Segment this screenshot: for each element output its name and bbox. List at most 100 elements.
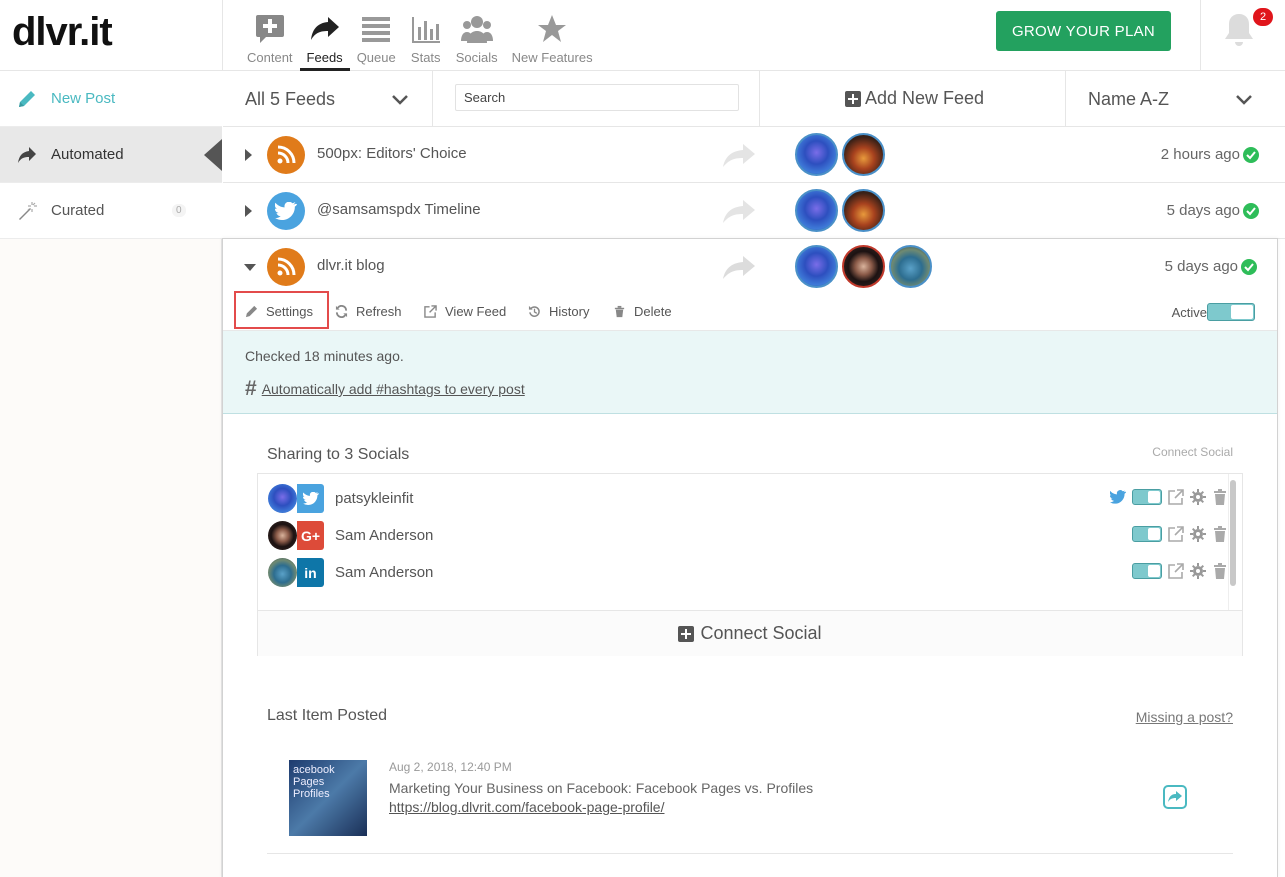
expand-caret-icon[interactable] (245, 149, 252, 161)
post-url-link[interactable]: https://blog.dlvrit.com/facebook-page-pr… (389, 799, 664, 815)
share-arrow-icon (18, 146, 36, 163)
share-arrow-icon (723, 256, 755, 279)
nav-label: Content (247, 50, 293, 65)
hashtag-icon: # (245, 377, 257, 400)
sidebar-item-label: New Post (51, 90, 116, 107)
collapse-caret-icon[interactable] (244, 264, 256, 271)
share-arrow-icon (723, 200, 755, 223)
sidebar-item-label: Curated (51, 202, 105, 219)
nav-new-features[interactable]: New Features (505, 0, 600, 71)
feed-info-panel: Checked 18 minutes ago. # Automatically … (223, 331, 1277, 414)
external-link-icon[interactable] (1168, 489, 1184, 505)
pencil-icon (19, 90, 35, 107)
nav-socials[interactable]: Socials (449, 0, 505, 71)
social-name: patsykleinfit (335, 490, 414, 507)
nav-label: Queue (356, 50, 396, 65)
connect-social-button[interactable]: Connect Social (258, 610, 1242, 656)
feed-name[interactable]: @samsamspdx Timeline (317, 201, 481, 218)
nav-feeds[interactable]: Feeds (299, 0, 350, 71)
plus-square-icon (845, 90, 861, 107)
sidebar-item-curated[interactable]: Curated 0 (0, 183, 222, 239)
share-arrow-icon (310, 17, 339, 40)
trash-icon[interactable] (1212, 526, 1228, 542)
avatar (889, 245, 932, 288)
logo[interactable]: dlvr.it (12, 10, 113, 55)
feed-row[interactable]: 500px: Editors' Choice 2 hours ago (223, 127, 1285, 183)
scrollbar[interactable] (1230, 480, 1236, 586)
settings-label: Settings (266, 304, 313, 319)
post-title: Marketing Your Business on Facebook: Fac… (389, 780, 814, 796)
history-button[interactable]: History (528, 304, 589, 319)
last-item-title: Last Item Posted (267, 707, 388, 724)
refresh-button[interactable]: Refresh (335, 304, 402, 319)
missing-post-link[interactable]: Missing a post? (1136, 709, 1233, 725)
feed-updated-time: 5 days ago (1164, 258, 1238, 275)
search-input[interactable] (455, 84, 739, 111)
magic-wand-icon (19, 201, 37, 220)
gear-icon[interactable] (1190, 489, 1206, 505)
feed-name[interactable]: dlvr.it blog (317, 257, 385, 274)
view-feed-button[interactable]: View Feed (424, 304, 506, 319)
linkedin-icon: in (297, 558, 324, 587)
avatar (795, 245, 838, 288)
history-label: History (549, 304, 590, 319)
external-link-icon[interactable] (1168, 526, 1184, 542)
social-name: Sam Anderson (335, 564, 434, 581)
sort-dropdown[interactable]: Name A-Z (1088, 89, 1169, 110)
share-icon[interactable] (1163, 785, 1187, 809)
star-icon (538, 15, 567, 42)
bell-icon[interactable] (1222, 12, 1256, 48)
external-link-icon[interactable] (1168, 563, 1184, 579)
twitter-icon (297, 484, 324, 513)
checked-status: Checked 18 minutes ago. (245, 348, 404, 364)
trash-icon[interactable] (1212, 563, 1228, 579)
twitter-icon (267, 192, 305, 230)
gear-icon[interactable] (1190, 526, 1206, 542)
filter-bar: All 5 Feeds Add New Feed Name A-Z (223, 71, 1285, 127)
feed-row[interactable]: @samsamspdx Timeline 5 days ago (223, 183, 1285, 239)
sidebar-item-automated[interactable]: Automated (0, 127, 222, 183)
sidebar-item-new-post[interactable]: New Post (0, 71, 222, 127)
avatar (268, 484, 297, 513)
active-toggle[interactable] (1207, 303, 1255, 321)
delete-button[interactable]: Delete (613, 304, 672, 319)
avatar (842, 133, 885, 176)
trash-icon (614, 305, 625, 318)
plus-square-icon (678, 625, 695, 642)
social-badge: in (268, 558, 324, 587)
sharing-title: Sharing to 3 Socials (267, 446, 410, 463)
expand-caret-icon[interactable] (245, 205, 252, 217)
trash-icon[interactable] (1212, 489, 1228, 505)
notification-badge[interactable]: 2 (1253, 8, 1273, 26)
social-avatars (795, 133, 889, 176)
twitter-icon (1110, 490, 1126, 504)
social-toggle[interactable] (1132, 489, 1162, 505)
post-thumbnail[interactable]: acebook Pages Profiles (289, 760, 367, 836)
hashtag-link[interactable]: Automatically add #hashtags to every pos… (262, 381, 525, 397)
feed-name[interactable]: 500px: Editors' Choice (317, 145, 467, 162)
history-icon (528, 305, 540, 317)
chevron-down-icon[interactable] (392, 95, 408, 105)
nav-content[interactable]: Content (240, 0, 300, 71)
social-toggle[interactable] (1132, 526, 1162, 542)
add-new-feed-button[interactable]: Add New Feed (845, 88, 984, 109)
feed-updated-time: 2 hours ago (1160, 146, 1240, 163)
all-feeds-dropdown[interactable]: All 5 Feeds (245, 89, 335, 110)
chevron-down-icon[interactable] (1236, 95, 1252, 105)
social-tools (1104, 489, 1228, 505)
social-toggle[interactable] (1132, 563, 1162, 579)
feed-row[interactable]: dlvr.it blog 5 days ago (223, 239, 1277, 295)
gear-icon[interactable] (1190, 563, 1206, 579)
grow-plan-button[interactable]: GROW YOUR PLAN (996, 11, 1171, 51)
refresh-label: Refresh (356, 304, 402, 319)
nav-stats[interactable]: Stats (403, 0, 449, 71)
nav-queue[interactable]: Queue (350, 0, 403, 71)
avatar (842, 245, 885, 288)
connect-social-link[interactable]: Connect Social (1152, 445, 1233, 459)
avatar (842, 189, 885, 232)
social-row: G+ Sam Anderson (268, 517, 1228, 554)
settings-button[interactable]: Settings (245, 304, 313, 319)
social-badge: G+ (268, 521, 324, 550)
social-tools (1126, 563, 1228, 579)
social-tools (1126, 526, 1228, 542)
